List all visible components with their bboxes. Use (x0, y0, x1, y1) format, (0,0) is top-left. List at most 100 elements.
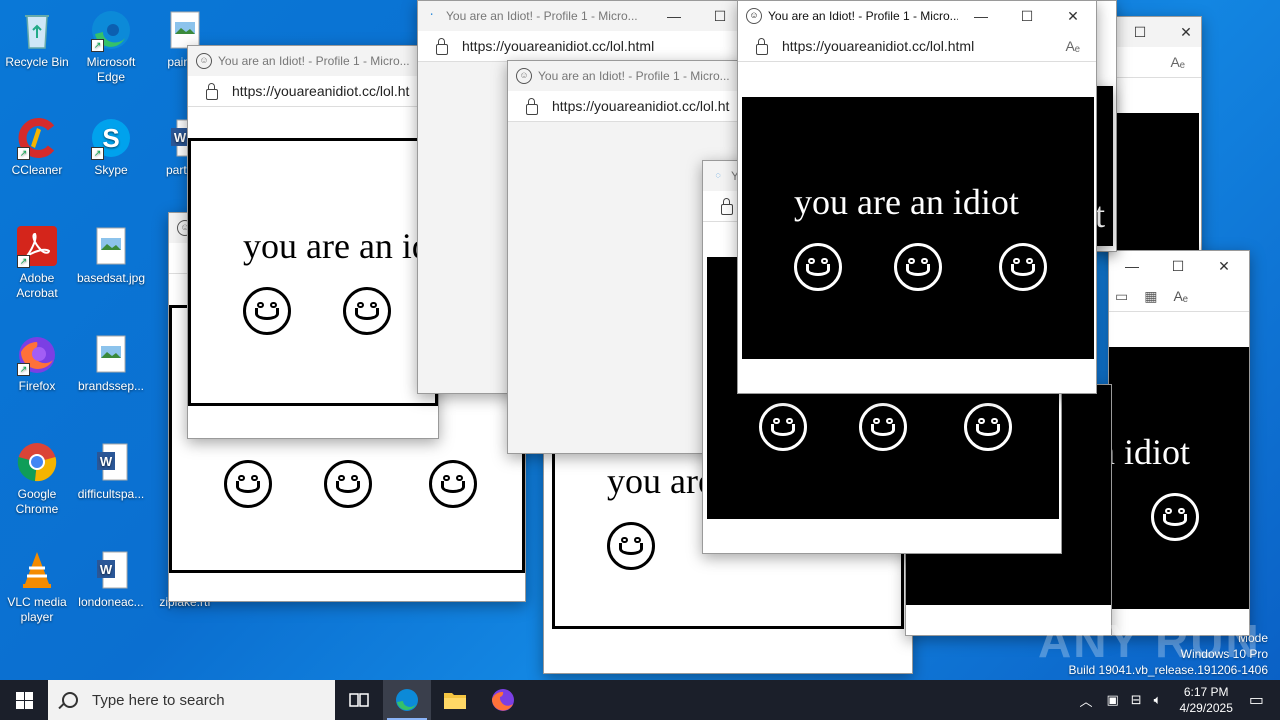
address-url[interactable]: https://youareanidiot.cc/lol.ht (232, 83, 409, 99)
desktop-icon-label: difficultspa... (77, 487, 145, 501)
close-button[interactable]: ✕ (1050, 8, 1096, 25)
minimize-button[interactable]: — (651, 8, 697, 24)
idiot-panel: n idiot (1109, 347, 1249, 609)
idiot-panel: you are an idiot (742, 97, 1094, 359)
desktop-icon-skype[interactable]: S ↗ Skype (74, 116, 148, 178)
desktop-icon-label: Recycle Bin (5, 55, 69, 69)
smiley-icon (343, 287, 391, 335)
taskbar-firefox-button[interactable] (479, 680, 527, 720)
taskbar: Type here to search ︿ ▣ ⊟ 🔈︎ 6:17 PM 4/2… (0, 680, 1280, 720)
smiley-tab-icon: ☺ (516, 68, 532, 84)
desktop-icon-basedsat[interactable]: basedsat.jpg (74, 224, 148, 286)
skype-icon: S ↗ (89, 116, 133, 160)
window-titlebar: ☺ You are an Idiot! - Profile 1 - Micro.… (508, 61, 743, 91)
close-button[interactable]: ✕ (1201, 258, 1247, 275)
task-view-button[interactable] (335, 680, 383, 720)
network-icon[interactable]: ⊟ (1131, 692, 1142, 708)
minimize-button[interactable]: — (958, 8, 1004, 24)
window-titlebar: ☐ ✕ (1109, 17, 1201, 47)
word-doc-icon: W (89, 440, 133, 484)
clock[interactable]: 6:17 PM 4/29/2025 (1179, 684, 1232, 716)
window-title: You are an Idiot! - Profile 1 - Micro... (446, 9, 638, 23)
loading-icon: ◌ (715, 170, 721, 180)
lock-icon (436, 37, 448, 55)
smiley-icon (859, 403, 907, 451)
search-icon (62, 692, 78, 708)
firefox-icon (491, 689, 514, 711)
address-url[interactable]: https://youareanidiot.cc/lol.html (462, 38, 654, 54)
extensions-icon[interactable]: ▦ (1144, 288, 1157, 305)
address-bar[interactable]: https://youareanidiot.cc/lol.html (418, 31, 743, 62)
taskbar-edge-button[interactable] (383, 680, 431, 720)
task-view-icon (349, 693, 369, 707)
image-file-icon (89, 332, 133, 376)
device-icon[interactable]: ▣ (1106, 692, 1118, 708)
anyrun-watermark: ANY RUN (1038, 615, 1261, 667)
close-button[interactable]: ✕ (1163, 24, 1201, 41)
idiot-panel: you are an idiot (188, 138, 438, 406)
smiley-icon (1151, 493, 1199, 541)
desktop-icon-label: brandssep... (77, 379, 145, 393)
svg-text:W: W (174, 130, 187, 145)
maximize-button[interactable]: ☐ (1117, 24, 1163, 41)
start-button[interactable] (0, 680, 48, 720)
smiley-icon (224, 460, 272, 508)
address-bar[interactable]: Aₑ (1109, 47, 1201, 78)
desktop-icon-label: londoneac... (78, 595, 144, 609)
read-aloud-icon[interactable]: Aₑ (1173, 288, 1188, 304)
address-bar[interactable]: https://youareanidiot.cc/lol.ht (188, 76, 438, 107)
desktop-icon-ccleaner[interactable]: ↗ CCleaner (0, 116, 74, 178)
lock-icon (206, 82, 218, 100)
smiley-icon (964, 403, 1012, 451)
minimize-button[interactable]: — (1109, 258, 1155, 274)
ccleaner-icon: ↗ (15, 116, 59, 160)
notifications-icon[interactable]: ▭ (1249, 690, 1264, 710)
split-screen-icon[interactable]: ▭ (1115, 288, 1128, 305)
desktop-icon-acrobat[interactable]: ↗ Adobe Acrobat (0, 224, 74, 301)
show-hidden-icons-icon[interactable]: ︿ (1079, 691, 1092, 710)
lock-icon (721, 197, 733, 215)
address-url[interactable]: https://youareanidiot.cc/lol.html (782, 38, 974, 54)
windows-logo-icon (15, 691, 33, 709)
maximize-button[interactable]: ☐ (1155, 258, 1201, 275)
recycle-bin-icon (15, 8, 59, 52)
desktop-icon-firefox[interactable]: ↗ Firefox (0, 332, 74, 394)
acrobat-icon: ↗ (15, 224, 59, 268)
maximize-button[interactable]: ☐ (1004, 8, 1050, 25)
volume-icon[interactable]: 🔈︎ (1154, 692, 1162, 708)
desktop-icon-label: Google Chrome (15, 487, 59, 516)
browser-window[interactable]: ☺ You are an Idiot! - Profile 1 - Micro.… (187, 45, 439, 439)
desktop-icon-recycle-bin[interactable]: Recycle Bin (0, 8, 74, 70)
chrome-icon (15, 440, 59, 484)
desktop-icon-difficultspa[interactable]: W difficultspa... (74, 440, 148, 502)
window-title: You are an Idiot! - Profile 1 - Micro... (218, 54, 410, 68)
address-bar[interactable]: https://youareanidiot.cc/lol.html Aₑ (738, 31, 1096, 62)
window-titlebar: ☺ You are an Idiot! - Profile 1 - Micro.… (188, 46, 438, 76)
address-bar[interactable]: https://youareanidiot.cc/lol.ht (508, 91, 743, 122)
read-aloud-icon[interactable]: Aₑ (1170, 54, 1185, 70)
desktop-icon-label: Microsoft Edge (86, 55, 136, 84)
desktop-icon-brandssep[interactable]: brandssep... (74, 332, 148, 394)
taskbar-search-box[interactable]: Type here to search (48, 680, 335, 720)
desktop-icon-chrome[interactable]: Google Chrome (0, 440, 74, 517)
desktop-icon-label: VLC media player (7, 595, 67, 624)
file-explorer-icon (444, 693, 466, 709)
window-titlebar: — ☐ ✕ (1109, 251, 1249, 281)
smiley-tab-icon: ☺ (196, 53, 212, 69)
desktop-icon-londoneac[interactable]: W londoneac... (74, 548, 148, 610)
idiot-panel (1109, 113, 1199, 257)
clock-date: 4/29/2025 (1179, 701, 1233, 715)
read-aloud-icon[interactable]: Aₑ (1065, 38, 1080, 54)
desktop-icon-edge[interactable]: ↗ Microsoft Edge (74, 8, 148, 85)
browser-window[interactable]: ☐ ✕ Aₑ (1108, 16, 1202, 258)
desktop-icon-vlc[interactable]: VLC media player (0, 548, 74, 625)
smiley-icon (999, 243, 1047, 291)
window-title: You are an Idiot! - Profile 1 - Micro... (538, 69, 730, 83)
image-file-icon (89, 224, 133, 268)
address-url[interactable]: https://youareanidiot.cc/lol.ht (552, 98, 729, 114)
active-browser-window[interactable]: ☺ You are an Idiot! - Profile 1 - Micro.… (737, 0, 1097, 394)
desktop-icon-label: basedsat.jpg (76, 271, 146, 285)
taskbar-file-explorer-button[interactable] (431, 680, 479, 720)
search-placeholder: Type here to search (92, 691, 225, 709)
browser-window[interactable]: — ☐ ✕ ▭ ▦ Aₑ n idiot (1108, 250, 1250, 636)
